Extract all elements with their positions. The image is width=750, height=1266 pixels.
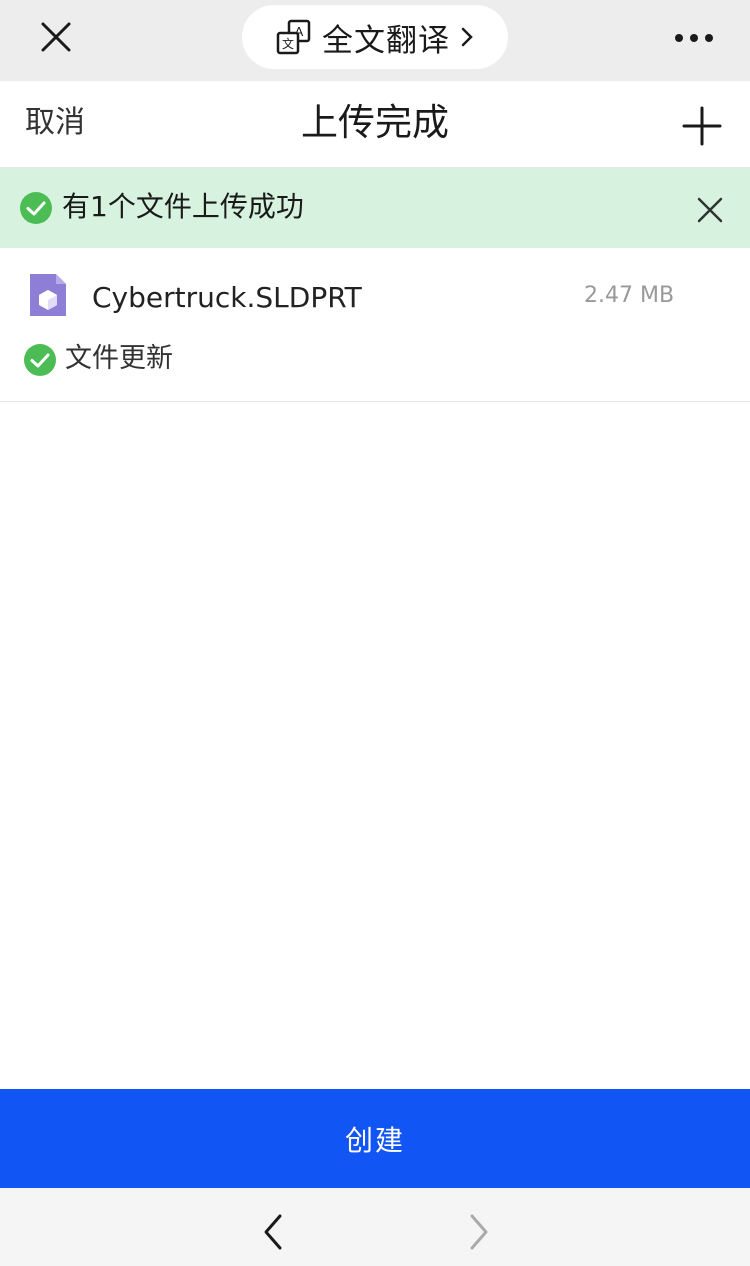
check-circle-icon bbox=[24, 344, 56, 376]
file-status: 文件更新 bbox=[65, 343, 173, 374]
chevron-right-icon bbox=[461, 27, 473, 47]
more-dots-icon bbox=[675, 34, 683, 42]
file-size: 2.47 MB bbox=[584, 283, 675, 308]
banner-message: 有1个文件上传成功 bbox=[62, 190, 304, 223]
page: A 文 全文翻译 取消 上传完成 有1个文件上传成功 Cybertruck.SL… bbox=[0, 0, 750, 1266]
chevron-right-icon bbox=[470, 1214, 488, 1250]
create-button[interactable]: 创建 bbox=[0, 1089, 750, 1188]
check-circle-icon bbox=[20, 192, 52, 224]
translate-label: 全文翻译 bbox=[322, 22, 450, 59]
plus-icon bbox=[682, 106, 722, 146]
close-button[interactable] bbox=[32, 13, 80, 61]
more-button[interactable] bbox=[664, 18, 724, 58]
success-banner: 有1个文件上传成功 bbox=[0, 168, 750, 248]
translate-icon: A 文 bbox=[276, 19, 311, 55]
translate-button[interactable]: A 文 全文翻译 bbox=[242, 5, 508, 69]
page-header: 取消 上传完成 bbox=[0, 81, 750, 168]
file-name: Cybertruck.SLDPRT bbox=[92, 281, 362, 314]
close-icon bbox=[697, 197, 723, 223]
forward-button[interactable] bbox=[456, 1210, 500, 1254]
svg-text:文: 文 bbox=[282, 36, 294, 51]
chevron-left-icon bbox=[264, 1214, 282, 1250]
banner-close-button[interactable] bbox=[690, 190, 730, 230]
bottom-nav bbox=[0, 1188, 750, 1266]
cube-file-icon bbox=[30, 274, 66, 316]
page-title: 上传完成 bbox=[301, 101, 449, 144]
browser-topbar: A 文 全文翻译 bbox=[0, 0, 750, 81]
file-list-item[interactable]: Cybertruck.SLDPRT 2.47 MB 文件更新 bbox=[0, 248, 750, 402]
add-button[interactable] bbox=[680, 104, 724, 148]
back-button[interactable] bbox=[252, 1210, 296, 1254]
close-icon bbox=[41, 22, 71, 52]
